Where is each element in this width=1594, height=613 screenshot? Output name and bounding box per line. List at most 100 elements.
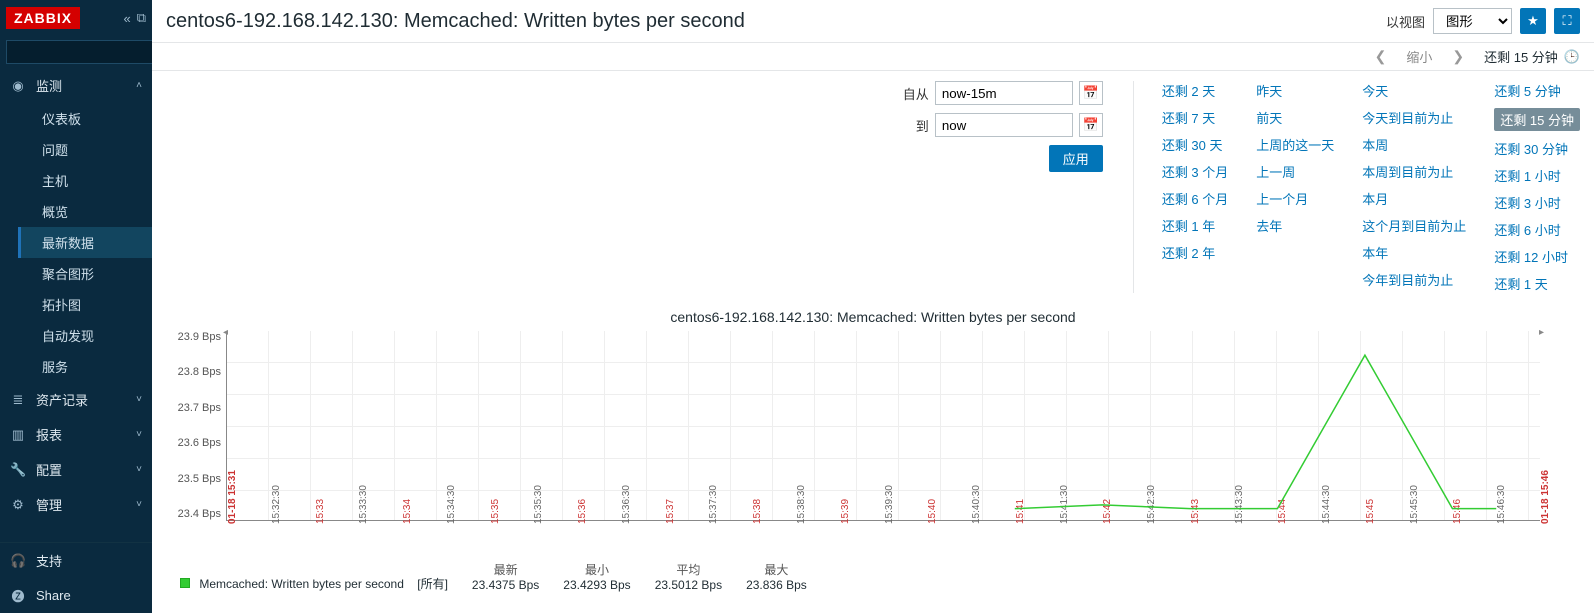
- legend-col-val: 23.4375 Bps: [472, 578, 539, 592]
- sidebar-section-admin[interactable]: ⚙ 管理 ˅: [0, 487, 152, 522]
- sidebar-item-dashboard[interactable]: 仪表板: [0, 103, 152, 134]
- sidebar-support[interactable]: 🎧 支持: [0, 543, 152, 578]
- time-preset-link[interactable]: 还剩 1 天: [1494, 274, 1580, 293]
- sidebar-item-maps[interactable]: 拓扑图: [0, 289, 152, 320]
- sidebar-section-label: 资产记录: [36, 390, 88, 409]
- y-tick-label: 23.6 Bps: [171, 437, 221, 449]
- sidebar-section-config[interactable]: 🔧 配置 ˅: [0, 452, 152, 487]
- y-tick-label: 23.8 Bps: [171, 366, 221, 378]
- time-presets: 还剩 2 天还剩 7 天还剩 30 天还剩 3 个月还剩 6 个月还剩 1 年还…: [1133, 81, 1580, 293]
- time-next-button[interactable]: ❯: [1446, 48, 1470, 65]
- legend-col-val: 23.836 Bps: [746, 578, 807, 592]
- sidebar-item-hosts[interactable]: 主机: [0, 165, 152, 196]
- time-current-range[interactable]: 还剩 15 分钟 🕒: [1484, 47, 1580, 66]
- sidebar: ZABBIX « ⧉ 🔍 ◉ 监测 ˄ 仪表板 问题 主机 概览 最新数据 聚合…: [0, 0, 152, 613]
- sidebar-header: ZABBIX « ⧉: [0, 0, 152, 36]
- time-preset-link[interactable]: 本月: [1362, 189, 1466, 208]
- sidebar-item-problems[interactable]: 问题: [0, 134, 152, 165]
- to-calendar-button[interactable]: 📅: [1079, 113, 1103, 137]
- time-preset-link[interactable]: 本周到目前为止: [1362, 162, 1466, 181]
- time-preset-link[interactable]: 还剩 5 分钟: [1494, 81, 1580, 100]
- sidebar-section-monitoring[interactable]: ◉ 监测 ˄: [0, 68, 152, 103]
- time-preset-link[interactable]: 还剩 12 小时: [1494, 247, 1580, 266]
- from-calendar-button[interactable]: 📅: [1079, 81, 1103, 105]
- sidebar-section-label: 管理: [36, 495, 62, 514]
- headset-icon: 🎧: [10, 553, 26, 569]
- fullscreen-button[interactable]: ⛶: [1554, 8, 1580, 34]
- time-preset-link[interactable]: 本周: [1362, 135, 1466, 154]
- sidebar-section-inventory[interactable]: ≣ 资产记录 ˅: [0, 382, 152, 417]
- view-select[interactable]: 图形: [1433, 8, 1512, 34]
- sidebar-collapse-icon[interactable]: «: [123, 11, 130, 26]
- time-preset-link[interactable]: 还剩 1 年: [1162, 216, 1228, 235]
- time-preset-link[interactable]: 还剩 7 天: [1162, 108, 1228, 127]
- time-preset-link[interactable]: 还剩 3 个月: [1162, 162, 1228, 181]
- legend-col-val: 23.5012 Bps: [655, 578, 722, 592]
- share-icon: 🅩: [10, 586, 26, 605]
- x-tick-label: 01-18 15:46: [1540, 470, 1551, 524]
- sidebar-share[interactable]: 🅩 Share: [0, 578, 152, 613]
- to-input[interactable]: [935, 113, 1073, 137]
- clock-icon: 🕒: [1564, 49, 1580, 65]
- y-tick-label: 23.5 Bps: [171, 473, 221, 485]
- y-tick-label: 23.9 Bps: [171, 331, 221, 343]
- brand-logo[interactable]: ZABBIX: [6, 7, 80, 29]
- time-prev-button[interactable]: ❮: [1369, 48, 1393, 65]
- time-preset-link[interactable]: 去年: [1256, 216, 1334, 235]
- time-preset-link[interactable]: 还剩 6 小时: [1494, 220, 1580, 239]
- chevron-down-icon: ˅: [136, 464, 142, 475]
- time-preset-link[interactable]: 这个月到目前为止: [1362, 216, 1466, 235]
- time-zoomout-button[interactable]: 缩小: [1406, 47, 1432, 66]
- time-preset-link[interactable]: 上一个月: [1256, 189, 1334, 208]
- legend-color-swatch: [180, 578, 190, 588]
- time-preset-link[interactable]: 今天: [1362, 81, 1466, 100]
- chevron-up-icon: ˄: [136, 80, 142, 91]
- sidebar-item-overview[interactable]: 概览: [0, 196, 152, 227]
- time-current-label: 还剩 15 分钟: [1484, 47, 1558, 66]
- time-preset-link[interactable]: 还剩 3 小时: [1494, 193, 1580, 212]
- sidebar-hide-icon[interactable]: ⧉: [137, 10, 146, 26]
- chart-title: centos6-192.168.142.130: Memcached: Writ…: [166, 303, 1580, 331]
- apply-button[interactable]: 应用: [1049, 145, 1103, 172]
- legend-col-val: 23.4293 Bps: [563, 578, 630, 592]
- sidebar-item-screens[interactable]: 聚合图形: [0, 258, 152, 289]
- expand-icon: ⛶: [1562, 13, 1571, 29]
- time-preset-link[interactable]: 还剩 30 分钟: [1494, 139, 1580, 158]
- from-input[interactable]: [935, 81, 1073, 105]
- sidebar-section-reports[interactable]: ▥ 报表 ˅: [0, 417, 152, 452]
- sidebar-section-label: 配置: [36, 460, 62, 479]
- to-label: 到: [889, 116, 929, 135]
- sidebar-item-latestdata[interactable]: 最新数据: [18, 227, 152, 258]
- list-icon: ≣: [10, 392, 26, 408]
- chart-plot-area[interactable]: ◂ ▸ 23.9 Bps23.8 Bps23.7 Bps23.6 Bps23.5…: [226, 331, 1540, 521]
- favorite-button[interactable]: ★: [1520, 8, 1546, 34]
- eye-icon: ◉: [10, 78, 26, 94]
- time-preset-link[interactable]: 还剩 2 年: [1162, 243, 1228, 262]
- time-navigation: ❮ 缩小 ❯ 还剩 15 分钟 🕒: [152, 43, 1594, 71]
- sidebar-footer-label: 支持: [36, 551, 62, 570]
- y-tick-label: 23.4 Bps: [171, 508, 221, 520]
- time-preset-link[interactable]: 今天到目前为止: [1362, 108, 1466, 127]
- sidebar-section-label: 监测: [36, 76, 62, 95]
- time-preset-link[interactable]: 今年到目前为止: [1362, 270, 1466, 289]
- time-preset-link[interactable]: 前天: [1256, 108, 1334, 127]
- star-icon: ★: [1527, 13, 1539, 29]
- chart-y-axis: 23.9 Bps23.8 Bps23.7 Bps23.6 Bps23.5 Bps…: [171, 331, 221, 520]
- time-preset-link[interactable]: 上一周: [1256, 162, 1334, 181]
- time-preset-link[interactable]: 本年: [1362, 243, 1466, 262]
- sidebar-item-discovery[interactable]: 自动发现: [0, 320, 152, 351]
- view-label: 以视图: [1386, 12, 1425, 31]
- time-preset-link[interactable]: 上周的这一天: [1256, 135, 1334, 154]
- from-label: 自从: [889, 84, 929, 103]
- time-preset-link[interactable]: 昨天: [1256, 81, 1334, 100]
- time-preset-link[interactable]: 还剩 6 个月: [1162, 189, 1228, 208]
- time-preset-link[interactable]: 还剩 30 天: [1162, 135, 1228, 154]
- time-preset-link[interactable]: 还剩 2 天: [1162, 81, 1228, 100]
- legend-scope: [所有]: [417, 577, 448, 591]
- time-preset-link[interactable]: 还剩 1 小时: [1494, 166, 1580, 185]
- gear-icon: ⚙: [10, 497, 26, 513]
- calendar-icon: 📅: [1083, 85, 1099, 101]
- time-preset-link[interactable]: 还剩 15 分钟: [1494, 108, 1580, 131]
- chart-x-axis: 01-18 15:3115:32:3015:3315:33:3015:3415:…: [227, 520, 1540, 565]
- sidebar-item-services[interactable]: 服务: [0, 351, 152, 382]
